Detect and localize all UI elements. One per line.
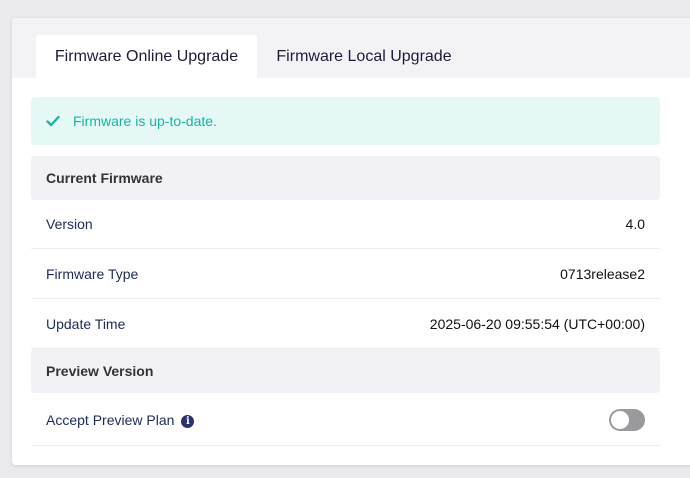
status-alert: Firmware is up-to-date. [31,97,660,145]
row-value: 2025-06-20 09:55:54 (UTC+00:00) [429,316,645,332]
tab-firmware-local-upgrade[interactable]: Firmware Local Upgrade [264,35,464,78]
alert-message: Firmware is up-to-date. [73,113,217,129]
accept-preview-label-group: Accept Preview Plan i [46,412,195,428]
accept-preview-row: Accept Preview Plan i [31,395,660,446]
accept-preview-toggle[interactable] [609,409,645,431]
preview-version-heading: Preview Version [31,349,660,393]
tab-label: Firmware Local Upgrade [276,47,452,65]
tab-bar: Firmware Online Upgrade Firmware Local U… [12,18,690,78]
version-row: Version 4.0 [31,200,660,249]
info-icon[interactable]: i [181,414,195,428]
check-icon [46,114,60,128]
row-value: 0713release2 [560,266,645,282]
update-time-row: Update Time 2025-06-20 09:55:54 (UTC+00:… [31,300,660,349]
current-firmware-heading: Current Firmware [31,156,660,200]
row-label: Firmware Type [46,266,139,282]
row-value: 4.0 [625,216,645,232]
toggle-knob [611,411,629,429]
tab-label: Firmware Online Upgrade [54,47,239,65]
accept-preview-label: Accept Preview Plan [46,412,175,428]
row-label: Version [46,216,93,232]
firmware-card: Firmware Online Upgrade Firmware Local U… [12,18,690,465]
section-title: Current Firmware [46,170,163,186]
section-title: Preview Version [46,363,154,379]
firmware-type-row: Firmware Type 0713release2 [31,250,660,299]
tab-firmware-online-upgrade[interactable]: Firmware Online Upgrade [36,35,257,78]
row-label: Update Time [46,316,126,332]
